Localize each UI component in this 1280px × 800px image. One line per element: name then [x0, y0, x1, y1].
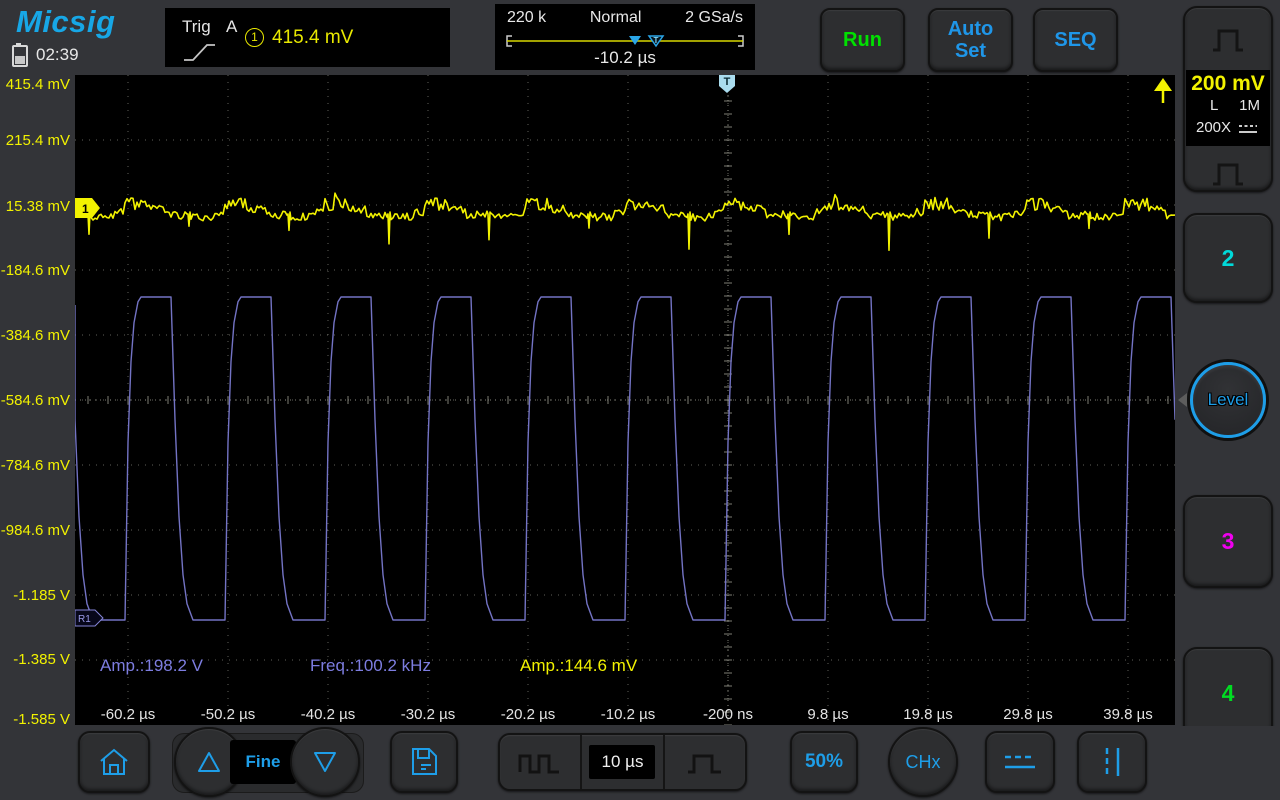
- channel1-probe: 200X: [1196, 119, 1232, 136]
- channel1-info-box: 200 mV L 1M 200X: [1186, 70, 1270, 146]
- measurement-value: Freq.:100.2 kHz: [310, 656, 431, 675]
- bottom-toolbar: Fine 10 µs 50% CHx: [0, 726, 1280, 800]
- pulse-icon: [1213, 29, 1243, 52]
- channel2-button[interactable]: 2: [1183, 213, 1273, 303]
- channel1-scale: 200 mV: [1191, 72, 1265, 95]
- x-axis-tick-label: -20.2 µs: [500, 706, 556, 723]
- single-pulse-icon: [687, 754, 721, 774]
- zoom-out-timebase-button[interactable]: [500, 735, 580, 789]
- measurement-value: Amp.:144.6 mV: [520, 656, 638, 675]
- zoom-in-timebase-button[interactable]: [662, 735, 745, 789]
- graticule: [75, 75, 1175, 725]
- x-axis-tick-label: 29.8 µs: [1003, 706, 1053, 723]
- horizontal-position-value: -10.2 µs: [594, 48, 656, 67]
- acquisition-status-box[interactable]: 220 k Normal 2 GSa/s T -10.2 µs: [495, 4, 755, 70]
- rising-edge-icon: [184, 44, 215, 61]
- pulse-icon: [1213, 163, 1243, 186]
- acquisition-mode: Normal: [589, 9, 642, 26]
- triangle-down-icon: [314, 752, 336, 772]
- x-axis-tick-label: -200 ns: [702, 706, 754, 723]
- x-axis-tick-label: -40.2 µs: [300, 706, 356, 723]
- y-axis-tick-label: -384.6 mV: [0, 327, 70, 344]
- x-axis-tick-label: -50.2 µs: [200, 706, 256, 723]
- trigger-source-badge: 1: [245, 28, 264, 47]
- ch1-position-marker[interactable]: 1: [75, 198, 100, 218]
- horizontal-cursor-button[interactable]: [985, 731, 1055, 793]
- timebase-value: 10 µs: [589, 745, 656, 779]
- x-axis-tick-label: -10.2 µs: [600, 706, 656, 723]
- x-axis-tick-label: 9.8 µs: [807, 706, 849, 723]
- waveform-display-area[interactable]: T 1 R1 -60.2 µs -50.2 µs -40.2 µs -30.2 µs -…: [75, 75, 1175, 725]
- timebase-group: 10 µs: [498, 733, 747, 791]
- trigger-50-percent-button[interactable]: 50%: [790, 731, 858, 793]
- channel1-impedance: 1M: [1239, 97, 1260, 114]
- y-axis-tick-label: -584.6 mV: [0, 392, 70, 409]
- y-axis-tick-label: -184.6 mV: [0, 262, 70, 279]
- pulse-train-icon: [518, 754, 560, 774]
- trigger-level-value: 415.4 mV: [272, 27, 354, 48]
- battery-icon: [12, 43, 28, 67]
- y-axis-tick-label: 215.4 mV: [5, 132, 70, 149]
- x-axis-tick-label: 19.8 µs: [903, 706, 953, 723]
- sample-rate: 2 GSa/s: [685, 9, 743, 26]
- knob-pointer-icon: [1178, 393, 1187, 407]
- timebase-value-button[interactable]: 10 µs: [580, 735, 662, 789]
- y-axis-tick-label: -1.385 V: [13, 651, 70, 668]
- save-button[interactable]: [390, 731, 458, 793]
- trigger-position-marker[interactable]: T: [719, 75, 735, 93]
- x-axis-tick-label: -30.2 µs: [400, 706, 456, 723]
- trigger-level-arrow-icon: [1154, 78, 1172, 103]
- vertical-cursor-icon: [1105, 748, 1120, 776]
- trigger-label: Trig: [182, 17, 211, 36]
- channel-select-button[interactable]: CHx: [888, 727, 958, 797]
- brand-logo: Micsig: [16, 4, 116, 39]
- y-axis-tick-label: 415.4 mV: [5, 76, 70, 93]
- level-knob[interactable]: Level: [1190, 362, 1266, 438]
- clock-text: 02:39: [36, 45, 79, 64]
- home-icon: [100, 748, 128, 775]
- oscilloscope-screen: Micsig 02:39 Trig A 1 415.4 mV 220 k Nor…: [0, 0, 1280, 800]
- measurement-value: Amp.:198.2 V: [100, 656, 204, 675]
- svg-text:1: 1: [82, 202, 89, 216]
- save-icon: [412, 748, 437, 775]
- home-button[interactable]: [78, 731, 150, 793]
- seq-button[interactable]: SEQ: [1033, 8, 1118, 72]
- channel1-button[interactable]: 200 mV L 1M 200X: [1183, 6, 1273, 192]
- trigger-channel-label: A: [226, 17, 238, 36]
- channel1-bandwidth: L: [1210, 97, 1219, 114]
- trigger-info-box[interactable]: Trig A 1 415.4 mV: [165, 8, 450, 67]
- svg-text:T: T: [724, 76, 731, 88]
- waveform-canvas: T 1 R1: [75, 75, 1175, 725]
- y-axis-tick-label: -784.6 mV: [0, 457, 70, 474]
- horizontal-position-slider[interactable]: T: [503, 33, 747, 49]
- svg-text:T: T: [654, 36, 659, 45]
- y-axis-tick-label: -1.185 V: [13, 587, 70, 604]
- fine-mode-button[interactable]: Fine: [230, 740, 296, 784]
- svg-text:R1: R1: [78, 614, 91, 625]
- run-stop-button[interactable]: Run: [820, 8, 905, 72]
- ref-position-marker[interactable]: R1: [75, 609, 104, 627]
- autoset-button[interactable]: Auto Set: [928, 8, 1013, 72]
- triangle-up-icon: [198, 752, 220, 772]
- adjust-down-button[interactable]: [290, 727, 360, 797]
- memory-depth: 220 k: [507, 9, 547, 26]
- horizontal-cursor-icon: [1005, 755, 1035, 769]
- dc-coupling-icon: [1239, 125, 1257, 133]
- x-axis-tick-label: -60.2 µs: [100, 706, 156, 723]
- ch1-waveform: [75, 192, 1175, 251]
- y-axis-tick-label: -984.6 mV: [0, 522, 70, 539]
- x-axis-tick-label: 39.8 µs: [1103, 706, 1153, 723]
- vertical-cursor-button[interactable]: [1077, 731, 1147, 793]
- ref-waveform-r1: [75, 296, 1175, 621]
- channel3-button[interactable]: 3: [1183, 495, 1273, 588]
- y-axis-tick-label: 15.38 mV: [5, 198, 70, 215]
